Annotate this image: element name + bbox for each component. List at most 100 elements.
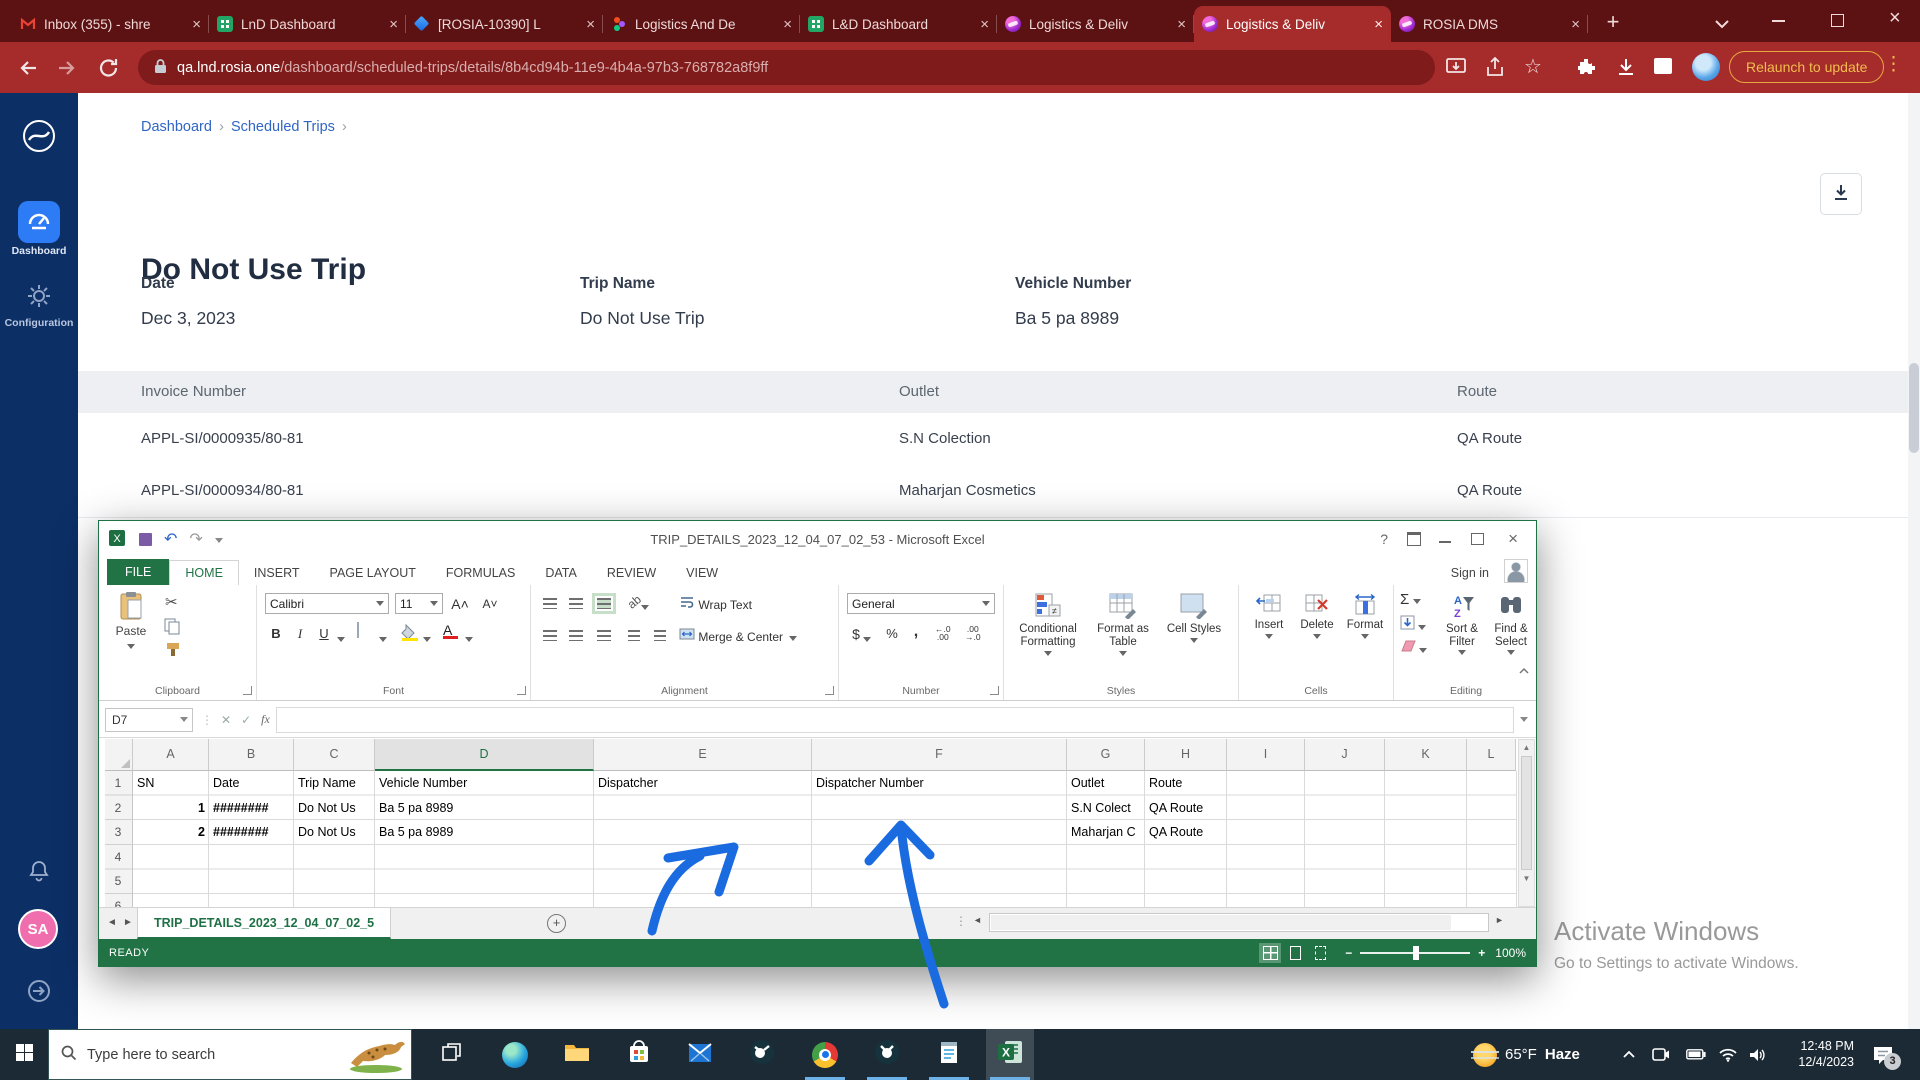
install-icon[interactable] <box>1445 56 1469 80</box>
taskbar-clock[interactable]: 12:48 PM 12/4/2023 <box>1782 1029 1854 1080</box>
hscroll-thumb[interactable] <box>991 915 1451 930</box>
breadcrumb-scheduled-trips[interactable]: Scheduled Trips <box>231 119 335 135</box>
cancel-icon[interactable]: ✕ <box>221 713 231 727</box>
sign-in-link[interactable]: Sign in <box>1436 561 1504 585</box>
start-button[interactable] <box>0 1029 48 1080</box>
browser-menu-icon[interactable]: ⋮ <box>1884 53 1908 77</box>
help-icon[interactable]: ? <box>1380 531 1388 547</box>
tab-gmail[interactable]: Inbox (355) - shre × <box>12 6 209 42</box>
autosum-button[interactable]: Σ <box>1400 591 1421 608</box>
font-dialog-launcher[interactable] <box>517 686 526 695</box>
borders-icon[interactable] <box>357 622 359 638</box>
new-tab-button[interactable]: + <box>1598 8 1628 38</box>
user-avatar[interactable]: SA <box>18 909 58 949</box>
tab-close-icon[interactable]: × <box>1571 16 1580 33</box>
sheet-nav-right-icon[interactable]: ► <box>123 917 133 928</box>
underline-dropdown[interactable] <box>337 631 345 645</box>
borders-dropdown[interactable] <box>379 631 387 645</box>
task-view-button[interactable] <box>428 1029 476 1080</box>
table-row[interactable]: APPL-SI/0000934/80-81 Maharjan Cosmetics… <box>78 465 1908 518</box>
excel-restore-icon[interactable] <box>1471 533 1484 545</box>
zoom-out-button[interactable]: − <box>1345 946 1352 960</box>
action-center-icon[interactable]: 3 <box>1872 1029 1894 1080</box>
vertical-scrollbar[interactable]: ▲ ▼ <box>1518 739 1535 907</box>
tab-logistics-1[interactable]: Logistics & Deliv × <box>997 6 1194 42</box>
breadcrumb-dashboard[interactable]: Dashboard <box>141 119 212 135</box>
decrease-indent-icon[interactable] <box>623 625 645 646</box>
fill-color-icon[interactable] <box>401 623 419 644</box>
tab-close-icon[interactable]: × <box>980 16 989 33</box>
ribbon-tab-formulas[interactable]: FORMULAS <box>431 561 530 585</box>
alignment-dialog-launcher[interactable] <box>825 686 834 695</box>
ribbon-tab-data[interactable]: DATA <box>530 561 591 585</box>
underline-button[interactable]: U <box>313 623 335 644</box>
select-all-corner[interactable] <box>105 739 133 771</box>
scroll-down-icon[interactable]: ▼ <box>1519 871 1534 886</box>
relaunch-button[interactable]: Relaunch to update <box>1729 51 1884 83</box>
format-cells-button[interactable]: Format <box>1343 593 1387 639</box>
format-as-table-button[interactable]: Format as Table <box>1088 593 1158 656</box>
taskbar-chrome[interactable] <box>801 1029 849 1080</box>
tab-jira[interactable]: [ROSIA-10390] L × <box>406 6 603 42</box>
find-select-button[interactable]: Find & Select <box>1488 593 1534 655</box>
tab-ld-dashboard[interactable]: L&D Dashboard × <box>800 6 997 42</box>
align-top-icon[interactable] <box>539 593 561 614</box>
delete-cells-button[interactable]: Delete <box>1295 593 1339 639</box>
zoom-slider-handle[interactable] <box>1413 946 1419 960</box>
sheet-nav-left-icon[interactable]: ◄ <box>107 917 117 928</box>
ribbon-tab-view[interactable]: VIEW <box>671 561 733 585</box>
tab-close-icon[interactable]: × <box>389 16 398 33</box>
paste-button[interactable]: Paste <box>107 591 155 652</box>
window-restore-button[interactable] <box>1831 14 1844 27</box>
formula-bar-expand[interactable] <box>1520 717 1528 722</box>
tab-lnd-dashboard[interactable]: LnD Dashboard × <box>209 6 406 42</box>
sheetbar-grip[interactable]: ⋮ <box>955 914 967 928</box>
align-right-icon[interactable] <box>593 625 615 646</box>
comma-button[interactable]: , <box>905 621 927 642</box>
back-button[interactable] <box>16 56 40 80</box>
taskbar-app-rondje-1[interactable] <box>738 1029 786 1080</box>
meet-now-icon[interactable] <box>1652 1029 1670 1080</box>
hscroll-left-icon[interactable]: ◄ <box>973 915 982 925</box>
tab-rosia-dms[interactable]: ROSIA DMS × <box>1391 6 1588 42</box>
italic-button[interactable]: I <box>289 623 311 644</box>
account-avatar-icon[interactable] <box>1504 559 1528 583</box>
tray-chevron[interactable] <box>1622 1029 1636 1080</box>
hscroll-right-icon[interactable]: ► <box>1495 915 1504 925</box>
new-sheet-button[interactable]: + <box>547 914 566 933</box>
increase-indent-icon[interactable] <box>649 625 671 646</box>
taskbar-app-rondje-2[interactable] <box>863 1029 911 1080</box>
reload-button[interactable] <box>97 56 121 80</box>
wifi-icon[interactable] <box>1719 1029 1737 1080</box>
zoom-level[interactable]: 100% <box>1495 946 1526 960</box>
window-minimize-button[interactable] <box>1772 20 1785 22</box>
taskbar-search-box[interactable]: Type here to search <box>48 1029 412 1080</box>
taskbar-excel-active[interactable]: X <box>986 1029 1034 1080</box>
vscroll-thumb[interactable] <box>1521 756 1532 870</box>
align-left-icon[interactable] <box>539 625 561 646</box>
side-panel-icon[interactable] <box>1654 58 1672 74</box>
tab-close-icon[interactable]: × <box>192 16 201 33</box>
notifications-bell-icon[interactable] <box>27 859 51 888</box>
align-middle-icon[interactable] <box>565 593 587 614</box>
taskbar-store[interactable] <box>615 1029 663 1080</box>
clipboard-dialog-launcher[interactable] <box>243 686 252 695</box>
zoom-in-button[interactable]: + <box>1478 946 1485 960</box>
share-icon[interactable] <box>1484 56 1508 80</box>
clear-button[interactable] <box>1400 639 1427 656</box>
collapse-ribbon-icon[interactable] <box>1518 664 1530 678</box>
tab-figma[interactable]: Logistics And De × <box>603 6 800 42</box>
fill-button[interactable] <box>1400 615 1426 633</box>
fill-color-dropdown[interactable] <box>423 631 431 645</box>
tab-logistics-active[interactable]: Logistics & Deliv × <box>1194 6 1391 42</box>
sidebar-item-configuration[interactable] <box>26 283 52 314</box>
shrink-font-button[interactable]: A˅ <box>479 593 501 614</box>
cell-styles-button[interactable]: Cell Styles <box>1162 593 1226 643</box>
percent-button[interactable]: % <box>881 623 903 644</box>
zoom-slider[interactable] <box>1360 946 1470 960</box>
normal-view-button[interactable] <box>1259 943 1281 963</box>
page-scrollbar[interactable] <box>1908 93 1920 1029</box>
cells-area[interactable]: SN Date Trip Name Vehicle Number Dispatc… <box>133 771 1517 907</box>
sort-filter-button[interactable]: AZ Sort & Filter <box>1438 593 1486 655</box>
volume-icon[interactable] <box>1749 1029 1767 1080</box>
